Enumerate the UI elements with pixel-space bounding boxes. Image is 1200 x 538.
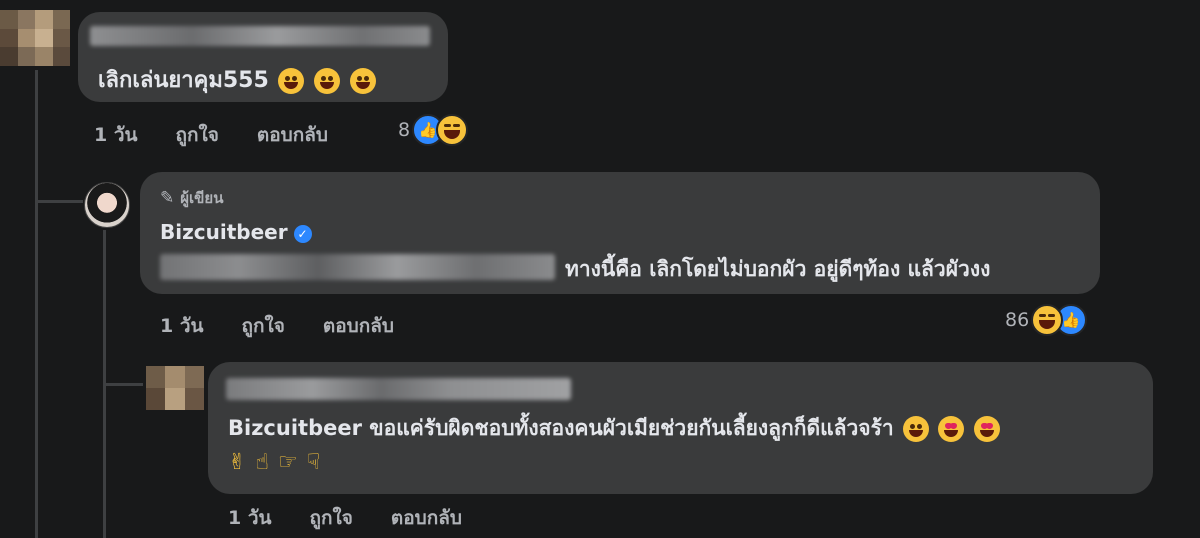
timestamp-link[interactable]: 1 วัน: [94, 120, 138, 150]
comment-text: ทางนี้คือ เลิกโดยไม่บอกผัว อยู่ดีๆท้อง แ…: [565, 257, 991, 281]
hand-emoji-row: ✌ ☝ ☞ ☟: [228, 450, 324, 475]
pencil-icon: ✎: [160, 188, 175, 208]
thread-line: [35, 70, 38, 538]
blurred-author-name: [90, 26, 430, 46]
timestamp-link[interactable]: 1 วัน: [160, 311, 204, 341]
joy-emoji-icon: [349, 68, 376, 94]
reaction-summary[interactable]: 86 👍: [1005, 304, 1088, 336]
like-button[interactable]: ถูกใจ: [310, 503, 353, 533]
haha-reaction-icon: [1031, 304, 1064, 336]
author-name[interactable]: Bizcuitbeer ✓: [160, 220, 312, 244]
ok-hand-icon: ☝: [255, 450, 269, 475]
comment-bubble: ✎ ผู้เขียน Bizcuitbeer ✓ ทางนี้คือ เลิกโด…: [140, 172, 1100, 294]
avatar[interactable]: [0, 10, 70, 66]
reaction-count: 8: [398, 119, 411, 141]
comment-bubble: เลิกเล่นยาคุม555: [78, 12, 448, 102]
reply-button[interactable]: ตอบกลับ: [391, 503, 462, 533]
avatar[interactable]: [146, 366, 204, 410]
comment-text: Bizcuitbeer ขอแค่รับผิดชอบทั้งสองคนผัวเม…: [228, 412, 1000, 445]
verified-badge-icon: ✓: [293, 224, 312, 243]
rock-hand-icon: ☞: [278, 450, 298, 475]
haha-reaction-icon: [436, 114, 469, 146]
thread-connector-nested: [103, 383, 143, 386]
avatar[interactable]: [84, 182, 130, 228]
like-button[interactable]: ถูกใจ: [176, 120, 219, 150]
reaction-summary[interactable]: 8 👍: [398, 114, 469, 146]
rofl-emoji-icon: [278, 68, 305, 94]
smiling-hearts-emoji-icon: [973, 416, 1000, 442]
comment-actions: 1 วัน ถูกใจ ตอบกลับ: [228, 503, 462, 533]
blurred-author-name: [226, 378, 571, 400]
timestamp-link[interactable]: 1 วัน: [228, 503, 272, 533]
thread-connector: [35, 200, 83, 203]
blurred-text: [160, 254, 555, 280]
comment-text: เลิกเล่นยาคุม555: [98, 62, 376, 97]
reaction-count: 86: [1005, 309, 1030, 331]
heart-eyes-emoji-icon: [938, 416, 965, 442]
star-struck-emoji-icon: [903, 416, 929, 442]
author-badge: ✎ ผู้เขียน: [160, 188, 224, 208]
reply-button[interactable]: ตอบกลับ: [323, 311, 394, 341]
like-button[interactable]: ถูกใจ: [242, 311, 285, 341]
reply-button[interactable]: ตอบกลับ: [257, 120, 328, 150]
comment-actions: 1 วัน ถูกใจ ตอบกลับ: [94, 120, 328, 150]
victory-hand-icon: ✌: [228, 450, 247, 475]
comment-actions: 1 วัน ถูกใจ ตอบกลับ: [160, 311, 394, 341]
comment-bubble: Bizcuitbeer ขอแค่รับผิดชอบทั้งสองคนผัวเม…: [208, 362, 1153, 494]
grin-sweat-emoji-icon: [314, 68, 341, 94]
mention-link[interactable]: Bizcuitbeer: [228, 416, 362, 440]
crossed-fingers-icon: ☟: [306, 450, 321, 475]
